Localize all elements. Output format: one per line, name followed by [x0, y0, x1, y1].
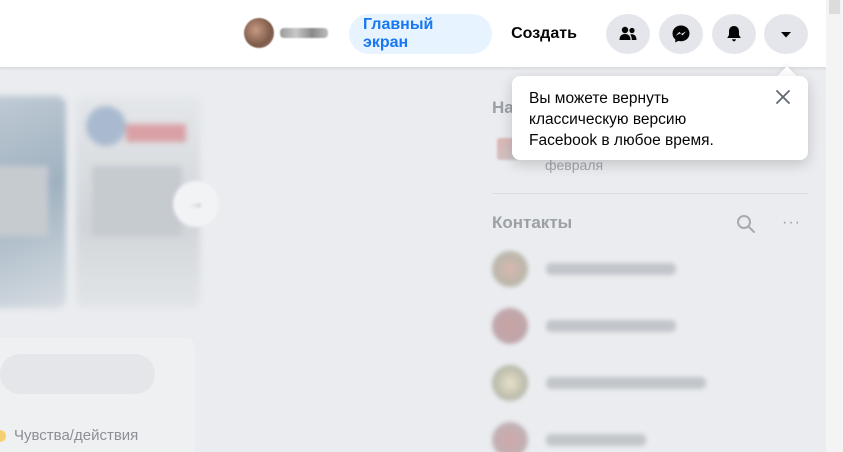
avatar [492, 422, 528, 452]
notifications-icon [727, 26, 741, 42]
composer-input[interactable] [0, 354, 155, 394]
feelings-icon [0, 429, 6, 442]
tooltip-message: Вы можете вернуть классическую версию Fa… [529, 88, 759, 151]
stories-next-button[interactable]: → [173, 181, 219, 227]
tooltip-line: классическую версию [529, 111, 687, 128]
contact-name [546, 320, 676, 332]
news-feed: → [0, 68, 470, 452]
facebook-window: → Чувства/действия На февраля Контакты ·… [0, 0, 843, 452]
story-image [0, 166, 48, 236]
friends-button[interactable] [606, 14, 650, 54]
avatar [492, 308, 528, 344]
home-button[interactable]: Главный экран [349, 14, 492, 54]
messenger-icon [672, 25, 690, 43]
profile-shortcut[interactable] [244, 14, 328, 52]
avatar [492, 365, 528, 401]
story-banner [126, 124, 186, 142]
contact-item[interactable] [492, 420, 812, 452]
contact-item[interactable] [492, 363, 812, 403]
search-icon[interactable] [736, 214, 756, 234]
top-navigation-bar: Главный экран Создать [0, 0, 826, 68]
story-text [92, 166, 182, 236]
notifications-button[interactable] [712, 14, 756, 54]
section-heading: На [492, 98, 514, 117]
friends-icon [619, 26, 637, 40]
contact-name [546, 263, 676, 275]
chevron-down-icon [781, 32, 791, 38]
scrollbar-thumb[interactable] [829, 0, 840, 14]
close-button[interactable] [772, 86, 794, 108]
feelings-activity-button[interactable]: Чувства/действия [0, 427, 138, 444]
divider [492, 193, 808, 194]
contact-name [546, 434, 646, 446]
close-icon [776, 90, 790, 104]
story-card[interactable] [0, 96, 66, 308]
feelings-label: Чувства/действия [14, 427, 139, 444]
contact-name [546, 377, 706, 389]
avatar [492, 251, 528, 287]
window-scrollbar[interactable] [826, 0, 843, 452]
story-avatar [86, 106, 126, 146]
account-menu-button[interactable] [764, 14, 808, 54]
tooltip-line: Вы можете вернуть [529, 90, 669, 107]
more-options-icon[interactable]: ··· [782, 214, 801, 232]
contact-item[interactable] [492, 306, 812, 346]
profile-name [280, 28, 328, 38]
messenger-button[interactable] [659, 14, 703, 54]
tooltip-line: Facebook в любое время. [529, 132, 714, 149]
contacts-title: Контакты [492, 213, 573, 232]
avatar [244, 18, 274, 48]
contact-item[interactable] [492, 249, 812, 289]
create-button[interactable]: Создать [498, 14, 590, 54]
classic-facebook-tooltip: Вы можете вернуть классическую версию Fa… [512, 76, 808, 160]
